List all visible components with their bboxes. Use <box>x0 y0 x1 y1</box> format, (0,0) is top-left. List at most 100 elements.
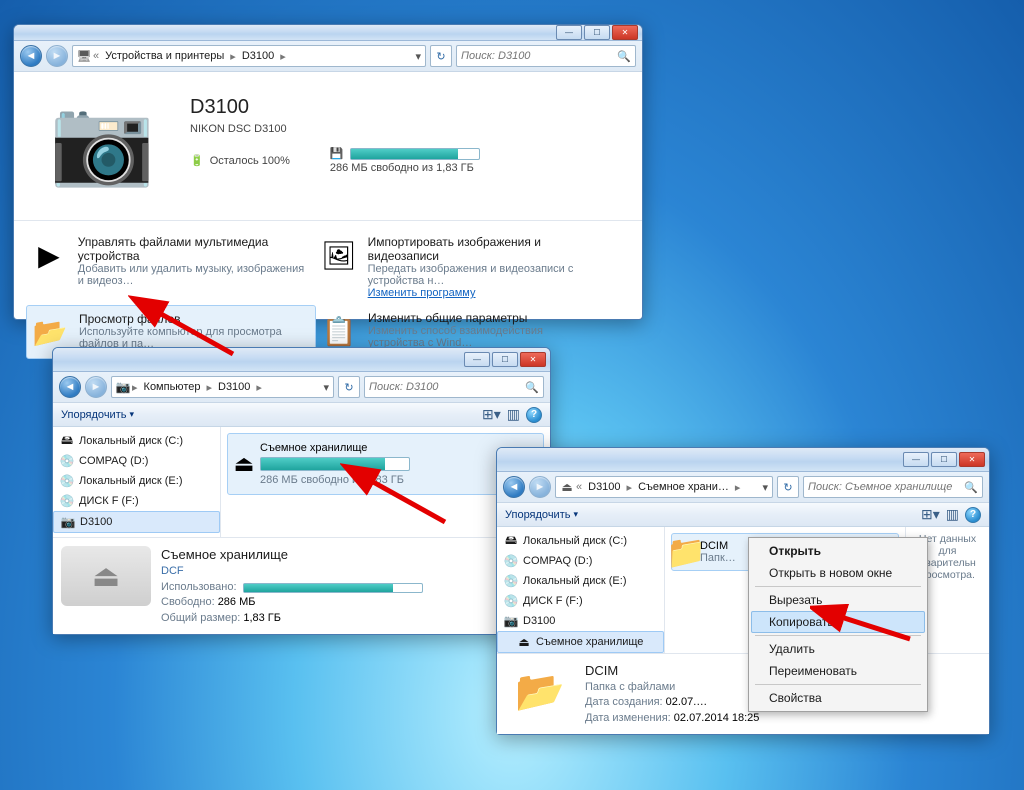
refresh-button[interactable]: ↻ <box>430 45 452 67</box>
close-button[interactable] <box>612 25 638 40</box>
ctx-rename[interactable]: Переименовать <box>751 660 925 682</box>
breadcrumb-devices[interactable]: Устройства и принтеры <box>101 46 228 66</box>
address-bar: ◄ ► 🖥 « Устройства и принтеры ▸ D3100 ▸ … <box>14 41 642 72</box>
created-value: 02.07.… <box>666 696 708 708</box>
tree-disk-f[interactable]: ДИСК F (F:) <box>497 591 664 611</box>
tree-disk-e[interactable]: Локальный диск (E:) <box>53 471 220 491</box>
breadcrumb-dropdown[interactable]: ▾ <box>760 481 770 494</box>
created-label: Дата создания: <box>585 696 663 708</box>
organize-menu[interactable]: Упорядочить▾ <box>61 409 134 421</box>
back-button[interactable]: ◄ <box>59 376 81 398</box>
back-button[interactable]: ◄ <box>503 476 525 498</box>
search-box[interactable]: 🔍 <box>456 45 636 67</box>
tree-disk-f[interactable]: ДИСК F (F:) <box>53 491 220 511</box>
titlebar <box>497 448 989 472</box>
breadcrumb-d3100[interactable]: D3100 <box>214 377 254 397</box>
breadcrumb-dropdown[interactable]: ▾ <box>321 381 331 394</box>
details-pane: ⏏ Съемное хранилище DCF Использовано: Св… <box>53 537 550 634</box>
tree-label: Локальный диск (E:) <box>523 575 627 587</box>
drive-icon: ⏏ <box>558 479 574 495</box>
folder-icon: 📂 <box>31 312 69 352</box>
device-window: ◄ ► 🖥 « Устройства и принтеры ▸ D3100 ▸ … <box>13 24 643 320</box>
explorer-device-window: ◄ ► 📷 ▸ Компьютер ▸ D3100 ▸ ▾ ↻ 🔍 Упоряд… <box>52 347 551 635</box>
storage-label: 286 МБ свободно из 1,83 ГБ <box>330 162 474 174</box>
tree-label: Локальный диск (C:) <box>523 535 627 547</box>
detail-filesystem: DCF <box>161 564 423 579</box>
search-input[interactable] <box>461 50 613 62</box>
modified-label: Дата изменения: <box>585 712 671 724</box>
breadcrumb[interactable]: 📷 ▸ Компьютер ▸ D3100 ▸ ▾ <box>111 376 334 398</box>
address-bar: ◄ ► 📷 ▸ Компьютер ▸ D3100 ▸ ▾ ↻ 🔍 <box>53 372 550 403</box>
minimize-button[interactable] <box>464 352 490 367</box>
minimize-button[interactable] <box>556 25 582 40</box>
view-options-button[interactable]: ⊞▾ <box>921 506 940 523</box>
drive-icon <box>236 456 252 472</box>
task-import-photos[interactable]: 🖼 Импортировать изображения и видеозапис… <box>316 229 606 305</box>
forward-button[interactable]: ► <box>85 376 107 398</box>
preview-pane-button[interactable]: ▥ <box>946 506 959 523</box>
back-button[interactable]: ◄ <box>20 45 42 67</box>
view-options-button[interactable]: ⊞▾ <box>482 406 501 423</box>
search-icon: 🔍 <box>617 50 631 63</box>
breadcrumb[interactable]: 🖥 « Устройства и принтеры ▸ D3100 ▸ ▾ <box>72 45 426 67</box>
search-input[interactable] <box>808 481 960 493</box>
device-title: D3100 <box>190 96 480 119</box>
ctx-copy[interactable]: Копировать <box>751 611 925 633</box>
breadcrumb-d3100[interactable]: D3100 <box>238 46 278 66</box>
tree-label: Съемное хранилище <box>536 636 643 648</box>
ctx-open-new-window[interactable]: Открыть в новом окне <box>751 562 925 584</box>
close-button[interactable] <box>959 452 985 467</box>
refresh-button[interactable]: ↻ <box>338 376 360 398</box>
disk-icon <box>503 533 519 549</box>
task-manage-media[interactable]: ▶ Управлять файлами мультимедиа устройст… <box>26 229 316 305</box>
tasks-panel: ▶ Управлять файлами мультимедиа устройст… <box>14 220 642 367</box>
maximize-button[interactable] <box>584 25 610 40</box>
tree-disk-c[interactable]: Локальный диск (C:) <box>497 531 664 551</box>
search-box[interactable]: 🔍 <box>803 476 983 498</box>
ctx-separator <box>755 586 921 587</box>
preview-pane-button[interactable]: ▥ <box>507 406 520 423</box>
storage-status: 💾 286 МБ свободно из 1,83 ГБ <box>330 147 480 174</box>
tree-disk-e[interactable]: Локальный диск (E:) <box>497 571 664 591</box>
ctx-properties[interactable]: Свойства <box>751 687 925 709</box>
organize-menu[interactable]: Упорядочить▾ <box>505 509 578 521</box>
task-subtitle: Передать изображения и видеозаписи с уст… <box>368 263 602 287</box>
tree-disk-d[interactable]: COMPAQ (D:) <box>497 551 664 571</box>
ctx-delete[interactable]: Удалить <box>751 638 925 660</box>
location-icon: 🖥 <box>75 48 91 64</box>
tree-removable[interactable]: Съемное хранилище <box>497 631 664 653</box>
ctx-separator <box>755 684 921 685</box>
breadcrumb[interactable]: ⏏ « D3100 ▸ Съемное храни… ▸ ▾ <box>555 476 773 498</box>
tree-disk-c[interactable]: Локальный диск (C:) <box>53 431 220 451</box>
tree-device-d3100[interactable]: D3100 <box>497 611 664 631</box>
ctx-open[interactable]: Открыть <box>751 540 925 562</box>
search-input[interactable] <box>369 381 521 393</box>
disk-icon <box>59 433 75 449</box>
tree-device-d3100[interactable]: D3100 <box>53 511 220 533</box>
media-icon: ▶ <box>30 235 68 275</box>
help-button[interactable]: ? <box>965 507 981 523</box>
free-value: 286 МБ <box>218 596 256 608</box>
forward-button[interactable]: ► <box>46 45 68 67</box>
forward-button[interactable]: ► <box>529 476 551 498</box>
disk-icon <box>503 593 519 609</box>
toolbar: Упорядочить▾ ⊞▾ ▥ ? <box>53 403 550 427</box>
breadcrumb-d3100[interactable]: D3100 <box>584 477 624 497</box>
ctx-cut[interactable]: Вырезать <box>751 589 925 611</box>
minimize-button[interactable] <box>903 452 929 467</box>
search-box[interactable]: 🔍 <box>364 376 544 398</box>
close-button[interactable] <box>520 352 546 367</box>
breadcrumb-computer[interactable]: Компьютер <box>140 377 205 397</box>
maximize-button[interactable] <box>931 452 957 467</box>
help-button[interactable]: ? <box>526 407 542 423</box>
refresh-button[interactable]: ↻ <box>777 476 799 498</box>
total-value: 1,83 ГБ <box>243 612 281 624</box>
tree-label: Локальный диск (E:) <box>79 475 183 487</box>
breadcrumb-removable[interactable]: Съемное храни… <box>634 477 733 497</box>
toolbar: Упорядочить▾ ⊞▾ ▥ ? <box>497 503 989 527</box>
tree-disk-d[interactable]: COMPAQ (D:) <box>53 451 220 471</box>
chevron-down-icon: ▾ <box>129 409 134 420</box>
maximize-button[interactable] <box>492 352 518 367</box>
breadcrumb-dropdown[interactable]: ▾ <box>413 50 423 63</box>
change-program-link[interactable]: Изменить программу <box>368 287 602 299</box>
